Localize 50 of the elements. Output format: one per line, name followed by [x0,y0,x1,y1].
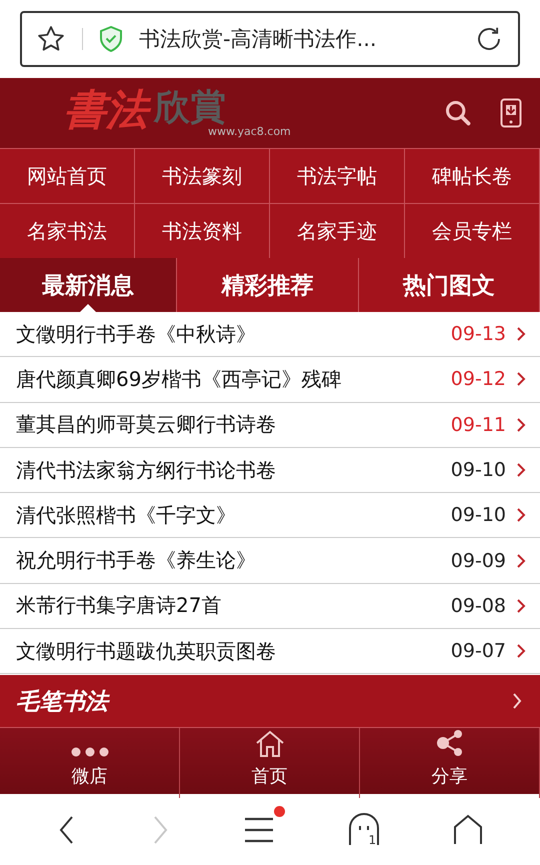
article-date: 09-08 [450,594,506,617]
nav-link[interactable]: 网站首页 [0,148,135,203]
address-bar[interactable]: 书法欣赏-高清晰书法作... [20,11,520,67]
nav-link[interactable]: 书法篆刻 [135,148,270,203]
tab[interactable]: 最新消息 [0,258,177,312]
article-date: 09-10 [450,459,506,482]
chevron-right-icon [516,416,526,433]
article-date: 09-13 [450,323,506,346]
article-link[interactable]: 董其昌的师哥莫云卿行书诗卷 [16,411,441,438]
tab[interactable]: 热门图文 [358,258,540,312]
search-icon[interactable] [444,99,472,127]
tab[interactable]: 精彩推荐 [177,258,358,312]
chevron-right-icon [516,462,526,478]
chevron-right-icon [516,507,526,524]
home-icon [254,730,284,758]
more-icon [70,746,110,758]
logo-url: www.yac8.com [208,124,291,138]
section-title: 毛笔书法 [16,688,108,717]
article-date: 09-11 [450,414,506,436]
chevron-right-icon [516,643,526,660]
article-link[interactable]: 唐代颜真卿69岁楷书《西亭记》残碑 [16,366,441,393]
article-date: 09-10 [450,504,506,526]
chevron-right-icon [516,552,526,569]
home-icon[interactable] [453,814,484,846]
article-link[interactable]: 清代张照楷书《千字文》 [16,502,441,529]
tabs-button[interactable]: 1 [348,812,380,847]
footer-button[interactable]: 分享 [360,728,540,798]
footer-button[interactable]: 微店 [0,728,180,798]
article-link[interactable]: 清代书法家翁方纲行书论书卷 [16,456,441,484]
shield-icon [99,26,123,52]
article-date: 09-09 [450,550,506,572]
article-link[interactable]: 米芾行书集字唐诗27首 [16,592,441,620]
menu-icon[interactable] [242,816,275,844]
chevron-right-icon [516,371,526,388]
page-title: 书法欣赏-高清晰书法作... [139,26,378,53]
article-link[interactable]: 文徵明行书手卷《中秋诗》 [16,320,441,348]
article-date: 09-07 [450,640,506,662]
section-header[interactable]: 毛笔书法 [0,675,540,728]
chevron-right-icon [512,692,522,710]
article-link[interactable]: 祝允明行书手卷《养生论》 [16,547,441,574]
share-icon [434,728,464,758]
chevron-right-icon [516,326,526,342]
nav-link[interactable]: 碑帖长卷 [405,148,540,203]
chevron-right-icon [516,598,526,614]
footer-button[interactable]: 首页 [180,728,360,798]
article-link[interactable]: 文徵明行书题跋仇英职贡图卷 [16,638,441,665]
article-date: 09-12 [450,368,506,390]
logo-text: 欣賞 [154,88,226,128]
phone-download-icon[interactable] [500,98,522,128]
nav-link[interactable]: 书法字帖 [270,148,405,203]
